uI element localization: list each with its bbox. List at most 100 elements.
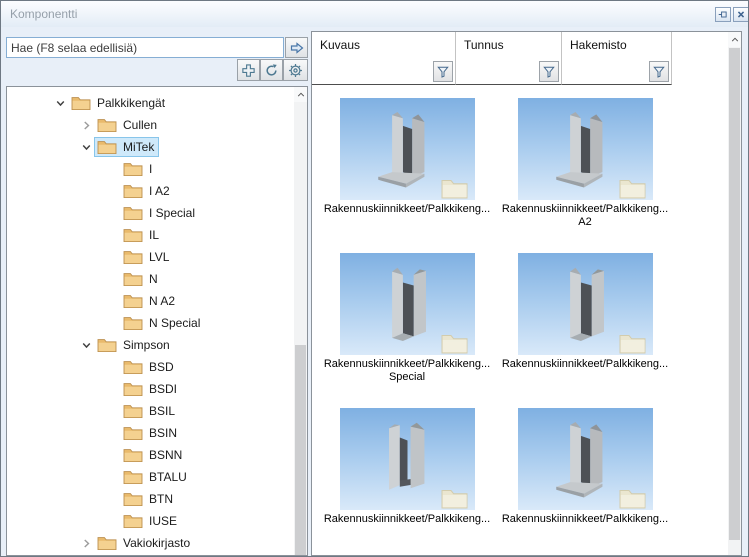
chevron-spacer [105, 470, 120, 484]
tree-item-label: N A2 [149, 294, 175, 308]
folder-icon [123, 249, 143, 265]
chevron-spacer [105, 316, 120, 330]
tree-item-label: BSD [149, 360, 174, 374]
tree-item-body: Palkkikengät [68, 93, 170, 113]
add-button[interactable] [237, 59, 260, 81]
folder-icon [123, 513, 143, 529]
settings-button[interactable] [283, 59, 308, 81]
tree-item-simpson[interactable]: Simpson [7, 334, 293, 356]
filter-button-hakemisto[interactable] [649, 61, 669, 82]
component-item[interactable]: Rakennuskiinnikkeet/Palkkikeng... Specia… [318, 249, 496, 404]
tree-item-label: LVL [149, 250, 169, 264]
folder-icon [97, 337, 117, 353]
tree-item-n-special[interactable]: N Special [7, 312, 293, 334]
scrollbar-thumb[interactable] [295, 345, 306, 556]
component-item[interactable]: Rakennuskiinnikkeet/Palkkikeng... [318, 94, 496, 249]
pin-button[interactable] [715, 7, 731, 22]
filter-input-tunnus[interactable] [458, 61, 541, 81]
scrollbar-thumb[interactable] [729, 48, 740, 540]
search-input[interactable] [6, 37, 284, 58]
beam-shoe-3d-icon [369, 256, 446, 352]
titlebar: Komponentti [1, 1, 748, 27]
scroll-up-button[interactable] [294, 87, 307, 102]
refresh-button[interactable] [260, 59, 283, 81]
component-grid: Rakennuskiinnikkeet/Palkkikeng... Rakenn… [318, 94, 720, 556]
component-item[interactable]: Rakennuskiinnikkeet/Palkkikeng... [318, 404, 496, 556]
tree-item-body: LVL [120, 247, 174, 267]
tree-item-i-a2[interactable]: I A2 [7, 180, 293, 202]
component-thumbnail [518, 408, 653, 510]
tree-item-bsd[interactable]: BSD [7, 356, 293, 378]
tree-item-label: IUSE [149, 514, 177, 528]
tree-item-body: I Special [120, 203, 200, 223]
tree-item-body: IUSE [120, 511, 182, 531]
component-item[interactable]: Rakennuskiinnikkeet/Palkkikeng... A2 [496, 94, 674, 249]
tree-item-n-a2[interactable]: N A2 [7, 290, 293, 312]
tree-item-palkkikengät[interactable]: Palkkikengät [7, 92, 293, 114]
tree-item-label: N [149, 272, 158, 286]
tree-item-bsil[interactable]: BSIL [7, 400, 293, 422]
filter-input-kuvaus[interactable] [314, 61, 435, 81]
chevron-spacer [105, 360, 120, 374]
folder-icon [123, 227, 143, 243]
filter-button-tunnus[interactable] [539, 61, 559, 82]
folder-icon [123, 381, 143, 397]
scroll-up-button[interactable] [728, 32, 741, 47]
tree-item-label: I A2 [149, 184, 170, 198]
close-icon [736, 10, 746, 19]
column-header-tunnus[interactable]: Tunnus [456, 32, 562, 58]
tree-item-bsnn[interactable]: BSNN [7, 444, 293, 466]
tree-item-vakiokirjasto[interactable]: Vakiokirjasto [7, 532, 293, 554]
tree-item-mitek[interactable]: MiTek [7, 136, 293, 158]
tree-scrollbar[interactable] [294, 87, 307, 555]
filter-cell-hakemisto [562, 58, 672, 85]
plus-icon [241, 63, 256, 78]
tree-item-bsin[interactable]: BSIN [7, 422, 293, 444]
chevron-spacer [105, 272, 120, 286]
tree-item-lvl[interactable]: LVL [7, 246, 293, 268]
tree-item-iuse[interactable]: IUSE [7, 510, 293, 532]
tree-item-i-special[interactable]: I Special [7, 202, 293, 224]
column-header-hakemisto[interactable]: Hakemisto [562, 32, 672, 58]
folder-icon [97, 535, 117, 551]
chevron-down-icon[interactable] [53, 96, 68, 110]
folder-icon [123, 161, 143, 177]
component-label: Rakennuskiinnikkeet/Palkkikeng... [318, 513, 496, 526]
tree-item-i[interactable]: I [7, 158, 293, 180]
panel-title: Komponentti [10, 1, 77, 27]
list-scrollbar[interactable] [728, 32, 741, 555]
component-item[interactable]: Rakennuskiinnikkeet/Palkkikeng... [496, 404, 674, 556]
tree-item-btalu[interactable]: BTALU [7, 466, 293, 488]
column-header-kuvaus[interactable]: Kuvaus [312, 32, 456, 58]
component-sublabel: Special [318, 371, 496, 384]
funnel-icon [543, 66, 555, 78]
component-label: Rakennuskiinnikkeet/Palkkikeng... [318, 358, 496, 371]
tree-item-btn[interactable]: BTN [7, 488, 293, 510]
tree-item-cullen[interactable]: Cullen [7, 114, 293, 136]
tree-item-body: N A2 [120, 291, 180, 311]
chevron-up-icon [731, 37, 739, 42]
beam-shoe-3d-icon [369, 411, 446, 507]
chevron-spacer [105, 228, 120, 242]
chevron-spacer [105, 206, 120, 220]
chevron-right-icon[interactable] [79, 536, 94, 550]
chevron-right-icon[interactable] [79, 118, 94, 132]
component-item[interactable]: Rakennuskiinnikkeet/Palkkikeng... [496, 249, 674, 404]
filter-button-kuvaus[interactable] [433, 61, 453, 82]
folder-overlay-icon [441, 177, 468, 199]
close-button[interactable] [733, 7, 749, 22]
funnel-icon [437, 66, 449, 78]
tree-item-n[interactable]: N [7, 268, 293, 290]
tree-item-il[interactable]: IL [7, 224, 293, 246]
tree-item-bsdi[interactable]: BSDI [7, 378, 293, 400]
folder-icon [123, 447, 143, 463]
filter-input-hakemisto[interactable] [564, 61, 651, 81]
chevron-down-icon[interactable] [79, 338, 94, 352]
search-go-button[interactable] [285, 37, 308, 58]
tree-item-body: Cullen [94, 115, 162, 135]
tree-item-body: I A2 [120, 181, 175, 201]
folder-overlay-icon [441, 332, 468, 354]
chevron-down-icon[interactable] [79, 140, 94, 154]
filter-cell-tunnus [456, 58, 562, 85]
chevron-spacer [105, 382, 120, 396]
